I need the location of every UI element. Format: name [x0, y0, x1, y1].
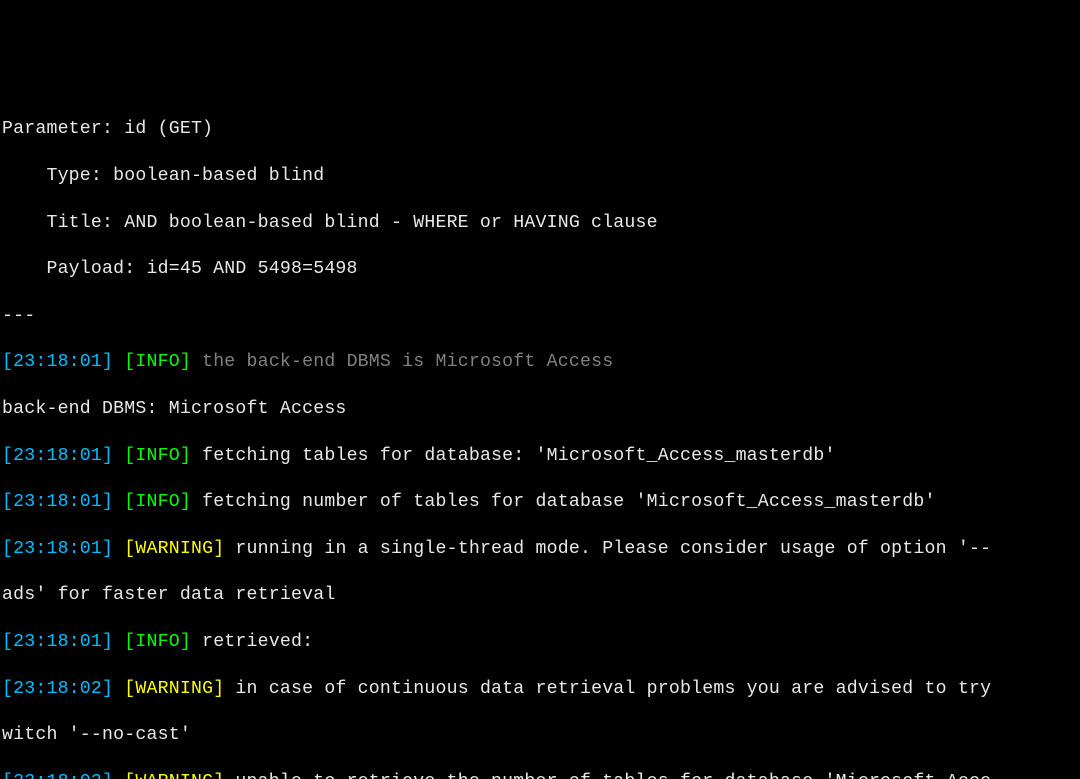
log-message: in case of continuous data retrieval pro… — [224, 679, 991, 699]
level-warning: [WARNING] — [124, 772, 224, 779]
log-line: [23:18:01] [WARNING] running in a single… — [2, 538, 1080, 561]
log-continuation: ads' for faster data retrieval — [2, 584, 1080, 607]
timestamp: [23:18:01] — [2, 446, 113, 466]
log-message: unable to retrieve the number of tables … — [224, 772, 991, 779]
log-line: [23:18:02] [WARNING] unable to retrieve … — [2, 771, 1080, 779]
param-payload: Payload: id=45 AND 5498=5498 — [2, 258, 1080, 281]
log-continuation: witch '--no-cast' — [2, 724, 1080, 747]
param-header: Parameter: id (GET) — [2, 118, 1080, 141]
level-info: [INFO] — [124, 352, 191, 372]
log-message: fetching tables for database: 'Microsoft… — [191, 446, 836, 466]
separator: --- — [2, 305, 1080, 328]
log-line: [23:18:01] [INFO] fetching number of tab… — [2, 491, 1080, 514]
level-warning: [WARNING] — [124, 679, 224, 699]
param-title: Title: AND boolean-based blind - WHERE o… — [2, 212, 1080, 235]
timestamp: [23:18:02] — [2, 679, 113, 699]
timestamp: [23:18:01] — [2, 539, 113, 559]
log-line: [23:18:02] [WARNING] in case of continuo… — [2, 678, 1080, 701]
log-line: [23:18:01] [INFO] the back-end DBMS is M… — [2, 351, 1080, 374]
level-warning: [WARNING] — [124, 539, 224, 559]
level-info: [INFO] — [124, 632, 191, 652]
timestamp: [23:18:01] — [2, 352, 113, 372]
timestamp: [23:18:01] — [2, 632, 113, 652]
log-message: the back-end DBMS is Microsoft Access — [191, 352, 613, 372]
log-message: fetching number of tables for database '… — [191, 492, 936, 512]
log-line: [23:18:01] [INFO] fetching tables for da… — [2, 445, 1080, 468]
backend-dbms: back-end DBMS: Microsoft Access — [2, 398, 1080, 421]
log-message: retrieved: — [191, 632, 324, 652]
log-message: running in a single-thread mode. Please … — [224, 539, 991, 559]
terminal-output: Parameter: id (GET) Type: boolean-based … — [0, 93, 1080, 779]
level-info: [INFO] — [124, 446, 191, 466]
timestamp: [23:18:01] — [2, 492, 113, 512]
timestamp: [23:18:02] — [2, 772, 113, 779]
param-type: Type: boolean-based blind — [2, 165, 1080, 188]
level-info: [INFO] — [124, 492, 191, 512]
log-line: [23:18:01] [INFO] retrieved: — [2, 631, 1080, 654]
